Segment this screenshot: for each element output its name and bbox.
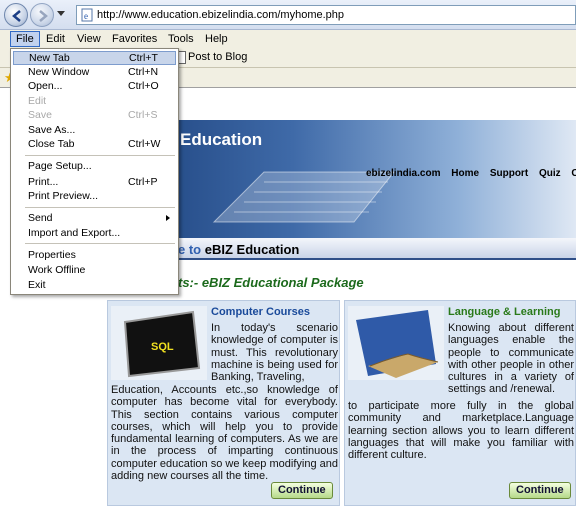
welcome-heading: e to eBIZ Education xyxy=(178,242,299,257)
post-to-blog-button[interactable]: Post to Blog xyxy=(188,51,247,63)
computer-courses-intro: In today's scenario knowledge of compute… xyxy=(211,322,338,384)
file-menu-work-offline[interactable]: Work Offline xyxy=(13,263,176,277)
page-icon: e xyxy=(81,8,93,22)
menu-separator xyxy=(25,243,175,244)
language-learning-body: to participate more fully in the global … xyxy=(348,400,574,462)
file-menu-page-setup[interactable]: Page Setup... xyxy=(13,159,176,173)
package-title: ts:- eBIZ Educational Package xyxy=(178,275,364,290)
file-menu-edit: Edit xyxy=(13,94,176,108)
work-offline-label: Work Offline xyxy=(28,264,86,276)
back-arrow-icon xyxy=(12,10,21,22)
sql-label: SQL xyxy=(151,341,174,353)
open-label: Open... xyxy=(28,80,63,92)
welcome-prefix: e to xyxy=(178,242,202,257)
file-menu-import-export[interactable]: Import and Export... xyxy=(13,226,176,240)
language-learning-intro: Knowing about different languages enable… xyxy=(448,322,574,396)
menu-tools[interactable]: Tools xyxy=(163,31,199,47)
nav-support[interactable]: Support xyxy=(490,168,528,179)
menu-help[interactable]: Help xyxy=(200,31,233,47)
computer-courses-title[interactable]: Computer Courses xyxy=(211,306,310,318)
print-preview-label: Print Preview... xyxy=(28,190,99,202)
import-export-label: Import and Export... xyxy=(28,227,121,239)
print-label: Print... xyxy=(28,176,59,188)
nav-domain[interactable]: ebizelindia.com xyxy=(366,168,440,179)
language-learning-card: Language & Learning Knowing about differ… xyxy=(344,300,576,506)
file-menu-send[interactable]: Send xyxy=(13,211,176,225)
book-image xyxy=(348,306,444,380)
computer-continue-button[interactable]: Continue xyxy=(271,482,333,499)
address-field[interactable]: e http://www.education.ebizelindia.com/m… xyxy=(76,5,576,25)
banner-title: Education xyxy=(180,130,263,149)
file-menu-save: Save Ctrl+S xyxy=(13,108,176,122)
edit-label: Edit xyxy=(28,95,47,107)
menu-favorites[interactable]: Favorites xyxy=(107,31,162,47)
save-as-label: Save As... xyxy=(28,124,76,136)
file-menu-new-tab[interactable]: New Tab Ctrl+T xyxy=(13,51,176,65)
file-menu-open[interactable]: Open... Ctrl+O xyxy=(13,79,176,93)
menu-separator xyxy=(25,207,175,208)
computer-courses-body: Education, Accounts etc.,so knowledge of… xyxy=(111,384,338,483)
menu-view[interactable]: View xyxy=(72,31,106,47)
new-window-label: New Window xyxy=(28,66,90,78)
new-tab-shortcut: Ctrl+T xyxy=(129,52,158,64)
page-setup-label: Page Setup... xyxy=(28,160,92,172)
new-window-shortcut: Ctrl+N xyxy=(128,66,159,78)
nav-quiz[interactable]: Quiz xyxy=(539,168,561,179)
file-menu-exit[interactable]: Exit xyxy=(13,278,176,292)
nav-more[interactable]: C xyxy=(571,168,576,179)
submenu-arrow-icon xyxy=(166,215,170,221)
file-menu-close-tab[interactable]: Close Tab Ctrl+W xyxy=(13,137,176,151)
open-shortcut: Ctrl+O xyxy=(128,80,159,92)
file-menu-dropdown: New Tab Ctrl+T New Window Ctrl+N Open...… xyxy=(10,48,179,295)
nav-home[interactable]: Home xyxy=(451,168,479,179)
menu-separator xyxy=(25,155,175,156)
properties-label: Properties xyxy=(28,249,76,261)
new-tab-label: New Tab xyxy=(29,52,70,64)
file-menu-print[interactable]: Print... Ctrl+P xyxy=(13,175,176,189)
file-menu-print-preview[interactable]: Print Preview... xyxy=(13,189,176,203)
menu-file[interactable]: File xyxy=(10,31,40,47)
top-navigation: ebizelindia.com Home Support Quiz C xyxy=(366,168,576,179)
language-learning-title[interactable]: Language & Learning xyxy=(448,306,560,318)
address-toolbar: e http://www.education.ebizelindia.com/m… xyxy=(0,0,576,30)
file-menu-properties[interactable]: Properties xyxy=(13,248,176,262)
print-shortcut: Ctrl+P xyxy=(128,176,158,188)
save-label: Save xyxy=(28,109,52,121)
forward-arrow-icon xyxy=(39,10,48,22)
menu-bar: File Edit View Favorites Tools Help xyxy=(0,30,576,48)
save-shortcut: Ctrl+S xyxy=(128,109,158,121)
address-url: http://www.education.ebizelindia.com/myh… xyxy=(97,9,345,21)
exit-label: Exit xyxy=(28,279,46,291)
welcome-brand: eBIZ Education xyxy=(204,242,300,257)
history-dropdown-icon[interactable] xyxy=(57,11,65,16)
file-menu-save-as[interactable]: Save As... xyxy=(13,123,176,137)
file-menu-new-window[interactable]: New Window Ctrl+N xyxy=(13,65,176,79)
svg-text:e: e xyxy=(84,11,88,21)
close-tab-shortcut: Ctrl+W xyxy=(128,138,161,150)
menu-edit[interactable]: Edit xyxy=(41,31,70,47)
computer-courses-card: SQL Computer Courses In today's scenario… xyxy=(107,300,340,506)
close-tab-label: Close Tab xyxy=(28,138,75,150)
back-button[interactable] xyxy=(4,3,28,27)
language-continue-button[interactable]: Continue xyxy=(509,482,571,499)
browser-window: { "address": { "url": "http://www.educat… xyxy=(0,0,576,506)
forward-button[interactable] xyxy=(30,3,54,27)
send-label: Send xyxy=(28,212,53,224)
sql-slide-image: SQL xyxy=(111,306,207,380)
